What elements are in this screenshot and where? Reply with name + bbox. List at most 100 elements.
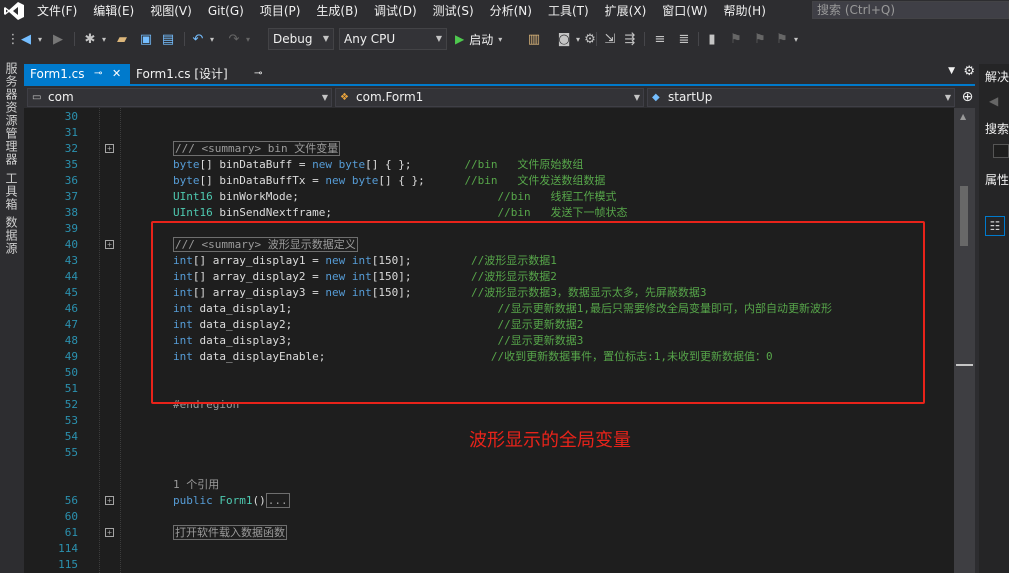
new-project-icon[interactable]: ✱	[82, 30, 98, 48]
line-number: 32	[64, 142, 78, 155]
project-dropdown[interactable]: ▭ com ▼	[27, 88, 332, 107]
expand-region-icon[interactable]: +	[105, 496, 114, 505]
back-icon[interactable]: ◀	[18, 30, 34, 48]
solution-config-select[interactable]: Debug ▼	[268, 28, 334, 50]
tab-list-dropdown-icon[interactable]: ▼	[948, 66, 955, 76]
solution-explorer-panel: 解决 ◀ 搜索 属性 ☷	[979, 64, 1009, 573]
vertical-scrollbar[interactable]: ▲	[954, 108, 975, 573]
class-dropdown[interactable]: ❖ com.Form1 ▼	[335, 88, 644, 107]
toolbar-overflow-icon[interactable]: ▾	[792, 30, 800, 48]
step-over-icon[interactable]: ⇶	[622, 30, 638, 48]
pin-icon[interactable]: ⊸	[254, 64, 262, 84]
solution-explorer-title: 解决	[985, 70, 1009, 84]
line-number: 31	[64, 126, 78, 139]
code-line[interactable]: public Form1()...	[173, 493, 290, 509]
back-dropdown-icon[interactable]: ▾	[36, 30, 44, 48]
line-number: 45	[64, 286, 78, 299]
bookmark-icon[interactable]: ▮	[704, 30, 720, 48]
visual-studio-logo-icon[interactable]	[3, 1, 25, 21]
project-dropdown-value: com	[48, 90, 74, 104]
toolbox-tab[interactable]: 工具箱	[2, 172, 20, 211]
redo-icon[interactable]: ↷	[226, 30, 242, 48]
new-dropdown-icon[interactable]: ▾	[100, 30, 108, 48]
redo-dropdown-icon[interactable]: ▾	[244, 30, 252, 48]
menu-item[interactable]: 分析(N)	[482, 0, 540, 22]
code-line[interactable]: 1 个引用	[173, 477, 219, 493]
expand-region-icon[interactable]: +	[105, 240, 114, 249]
menu-item[interactable]: 窗口(W)	[654, 0, 715, 22]
scrollbar-thumb[interactable]	[960, 186, 968, 246]
menu-item[interactable]: 文件(F)	[29, 0, 85, 22]
line-number: 37	[64, 190, 78, 203]
prev-bookmark-icon[interactable]: ⚑	[728, 30, 744, 48]
line-number: 47	[64, 318, 78, 331]
line-number: 52	[64, 398, 78, 411]
navigation-bar: ▭ com ▼ ❖ com.Form1 ▼ ◆ startUp ▼ ⊕	[24, 88, 979, 107]
comment-out-icon[interactable]: ≡	[652, 30, 668, 48]
code-line[interactable]: UInt16 binWorkMode; //bin 线程工作模式	[173, 189, 617, 205]
forward-icon[interactable]: ▶	[50, 30, 66, 48]
code-line[interactable]: byte[] binDataBuffTx = new byte[] { }; /…	[173, 173, 605, 189]
back-icon[interactable]: ◀	[989, 94, 998, 108]
line-number: 56	[64, 494, 78, 507]
solution-platform-select[interactable]: Any CPU ▼	[339, 28, 447, 50]
code-line[interactable]: 打开软件载入数据函数	[173, 525, 287, 541]
step-into-icon[interactable]: ⇲	[602, 30, 618, 48]
close-icon[interactable]: ✕	[112, 64, 121, 84]
properties-title: 属性	[985, 173, 1009, 187]
line-number: 35	[64, 158, 78, 171]
member-dropdown-value: startUp	[668, 90, 713, 104]
next-bookmark-icon[interactable]: ⚑	[752, 30, 768, 48]
menu-item[interactable]: 生成(B)	[308, 0, 366, 22]
chevron-down-icon: ▼	[435, 34, 442, 43]
save-icon[interactable]: ▣	[138, 30, 154, 48]
dropdown-icon[interactable]: ▾	[574, 30, 582, 48]
browse-folder-icon[interactable]: ▥	[526, 30, 542, 48]
class-dropdown-value: com.Form1	[356, 90, 424, 104]
scroll-up-icon[interactable]: ▲	[960, 112, 966, 121]
settings-gear-icon[interactable]: ⚙	[963, 64, 975, 79]
solution-tree-item[interactable]	[993, 144, 1009, 158]
code-line[interactable]: byte[] binDataBuff = new byte[] { }; //b…	[173, 157, 583, 173]
server-explorer-tab[interactable]: 服务器资源管理器	[2, 62, 20, 166]
gear-small-icon[interactable]: ⚙	[584, 30, 596, 48]
expand-region-icon[interactable]: +	[105, 528, 114, 537]
line-number	[24, 477, 78, 493]
data-sources-tab[interactable]: 数据源	[2, 216, 20, 255]
menu-item[interactable]: 帮助(H)	[716, 0, 774, 22]
highlight-annotation-box	[151, 221, 925, 404]
menu-item[interactable]: 扩展(X)	[597, 0, 655, 22]
code-line[interactable]: /// <summary> bin 文件变量	[173, 141, 341, 157]
undo-icon[interactable]: ↶	[190, 30, 206, 48]
solution-config-value: Debug	[273, 32, 313, 46]
tab-label: Form1.cs [设计]	[136, 67, 228, 81]
menu-item[interactable]: Git(G)	[200, 0, 252, 22]
line-number: 38	[64, 206, 78, 219]
expand-region-icon[interactable]: +	[105, 144, 114, 153]
categorized-view-icon[interactable]: ☷	[985, 216, 1005, 236]
undo-dropdown-icon[interactable]: ▾	[208, 30, 216, 48]
save-all-icon[interactable]: ▤	[160, 30, 176, 48]
start-button[interactable]: ▶ 启动 ▾	[455, 30, 517, 48]
member-dropdown[interactable]: ◆ startUp ▼	[647, 88, 955, 107]
menu-item[interactable]: 测试(S)	[425, 0, 482, 22]
menu-item[interactable]: 项目(P)	[252, 0, 309, 22]
menu-item[interactable]: 工具(T)	[540, 0, 597, 22]
open-folder-icon[interactable]: ▰	[114, 30, 130, 48]
tab-form1-designer[interactable]: Form1.cs [设计] ⊸	[130, 64, 272, 84]
tab-form1-cs[interactable]: Form1.cs ⊸ ✕	[24, 64, 130, 84]
toolbar-separator	[596, 32, 597, 46]
line-number: 44	[64, 270, 78, 283]
menu-item[interactable]: 视图(V)	[142, 0, 200, 22]
search-input[interactable]: 搜索 (Ctrl+Q)	[812, 1, 1009, 19]
code-editor[interactable]: 30 31 32 + /// <summary> bin 文件变量 35 byte[] bi…	[24, 108, 954, 573]
clear-bookmarks-icon[interactable]: ⚑	[774, 30, 790, 48]
line-number: 43	[64, 254, 78, 267]
pin-icon[interactable]: ⊸	[94, 64, 102, 84]
code-line[interactable]: UInt16 binSendNextframe; //bin 发送下一帧状态	[173, 205, 628, 221]
menu-item[interactable]: 编辑(E)	[85, 0, 142, 22]
menu-item[interactable]: 调试(D)	[366, 0, 425, 22]
play-icon: ▶	[455, 32, 465, 46]
screenshot-icon[interactable]: ◙	[556, 30, 572, 48]
uncomment-icon[interactable]: ≣	[676, 30, 692, 48]
